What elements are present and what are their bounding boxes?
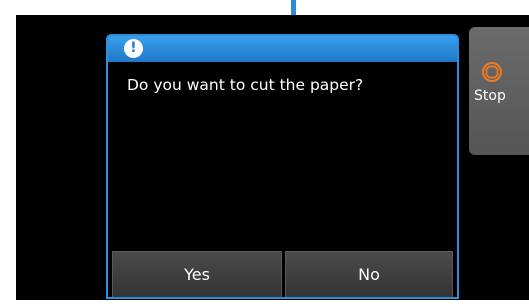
stop-button[interactable]: Stop xyxy=(469,27,529,155)
no-button[interactable]: No xyxy=(285,251,453,297)
yes-button[interactable]: Yes xyxy=(112,251,282,297)
device-display: ! Do you want to cut the paper? Yes No S… xyxy=(0,0,529,304)
confirmation-dialog: ! Do you want to cut the paper? Yes No xyxy=(106,34,459,299)
dialog-message: Do you want to cut the paper? xyxy=(127,76,364,94)
alert-icon: ! xyxy=(124,39,143,58)
top-indicator xyxy=(291,0,296,15)
stop-icon xyxy=(482,62,502,82)
dialog-header: ! xyxy=(108,36,457,62)
no-button-label: No xyxy=(358,265,380,284)
yes-button-label: Yes xyxy=(184,265,210,284)
stop-label: Stop xyxy=(474,88,506,104)
